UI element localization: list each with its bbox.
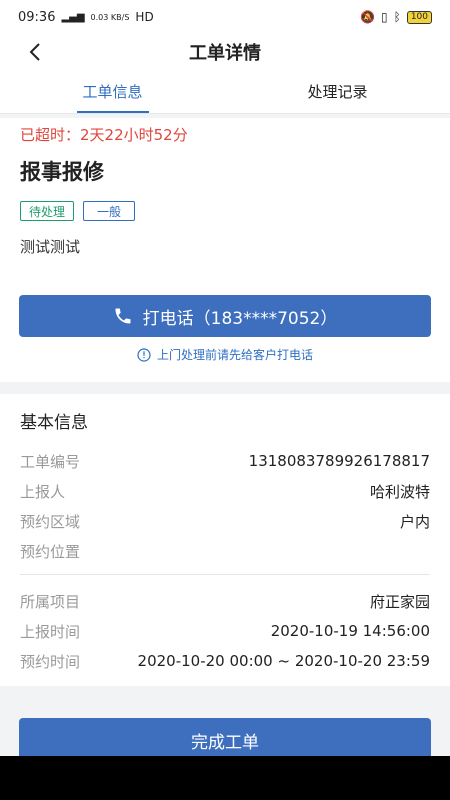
info-value: 2020-10-19 14:56:00 [270, 622, 430, 640]
info-value: 哈利波特 [369, 482, 430, 501]
info-value: 府正家园 [369, 592, 430, 611]
overtime-text: 已超时：2天22小时52分 [20, 126, 188, 144]
section-title: 基本信息 [20, 413, 88, 433]
tab-process-records[interactable]: 处理记录 [225, 70, 450, 113]
call-button[interactable]: 打电话（183****7052） [19, 295, 431, 337]
status-time: 09:36 [18, 9, 56, 25]
info-label: 预约时间 [20, 652, 81, 671]
page-title: 工单详情 [189, 43, 261, 64]
info-row-appointment-time: 预约时间 2020-10-20 00:00 ~ 2020-10-20 23:59 [20, 650, 430, 672]
divider [20, 574, 430, 575]
tab-label: 工单信息 [82, 83, 143, 101]
info-label: 预约区域 [20, 512, 81, 531]
system-navigation-bar [0, 756, 450, 800]
status-bar: 09:36 ▂▄▆ 0.03 KB/S HD 🔕 ▯ ᛒ 100 [0, 0, 450, 34]
info-label: 上报人 [20, 482, 66, 501]
info-label: 工单编号 [20, 452, 81, 471]
call-button-label: 打电话（183****7052） [142, 308, 338, 329]
tab-label: 处理记录 [307, 83, 368, 101]
ticket-summary-card: 已超时：2天22小时52分 报事报修 待处理 一般 测试测试 打电话（183**… [0, 118, 450, 382]
info-row-reporter: 上报人 哈利波特 [20, 480, 430, 502]
info-row-project: 所属项目 府正家园 [20, 590, 430, 612]
info-value: 1318083789926178817 [248, 452, 430, 470]
vibrate-icon: ▯ [381, 10, 388, 24]
info-row-report-time: 上报时间 2020-10-19 14:56:00 [20, 620, 430, 642]
network-type: HD [135, 10, 154, 24]
basic-info-card: 基本信息 工单编号 1318083789926178817 上报人 哈利波特 预… [0, 394, 450, 686]
info-row-ticket-number: 工单编号 1318083789926178817 [20, 450, 430, 472]
badge-group: 待处理 一般 [20, 201, 136, 221]
phone-icon [115, 308, 131, 324]
tab-ticket-info[interactable]: 工单信息 [0, 70, 225, 113]
call-hint-text: 上门处理前请先给客户打电话 [156, 348, 313, 362]
info-value: 2020-10-20 00:00 ~ 2020-10-20 23:59 [137, 652, 430, 670]
ticket-description: 测试测试 [20, 238, 81, 256]
chevron-left-icon [29, 43, 40, 61]
info-label: 预约位置 [20, 542, 81, 561]
info-value: 户内 [399, 512, 430, 531]
battery-icon: 100 [406, 10, 432, 24]
back-button[interactable] [20, 37, 50, 67]
info-icon [137, 347, 151, 362]
bluetooth-icon: ᛒ [393, 10, 401, 24]
level-badge: 一般 [83, 201, 136, 221]
info-row-area: 预约区域 户内 [20, 510, 430, 532]
mute-icon: 🔕 [360, 10, 375, 24]
status-badge: 待处理 [20, 201, 75, 221]
ticket-title: 报事报修 [20, 160, 104, 184]
info-label: 上报时间 [20, 622, 81, 641]
network-speed: 0.03 KB/S [90, 12, 130, 22]
call-hint: 上门处理前请先给客户打电话 [0, 346, 450, 363]
info-label: 所属项目 [20, 592, 81, 611]
tab-bar: 工单信息 处理记录 [0, 70, 450, 114]
nav-bar: 工单详情 [0, 34, 450, 70]
info-row-location: 预约位置 [20, 540, 430, 562]
signal-icon: ▂▄▆ [61, 11, 85, 23]
